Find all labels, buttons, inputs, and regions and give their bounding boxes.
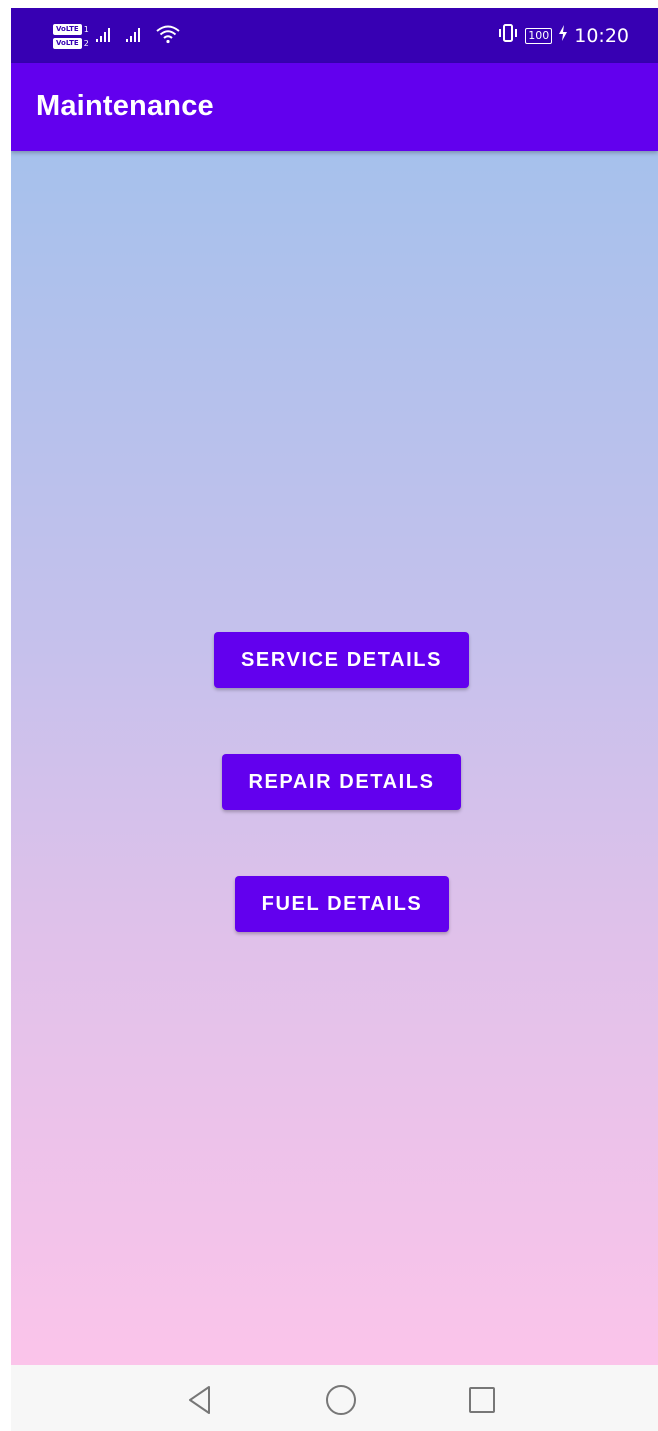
back-icon[interactable]: [183, 1383, 217, 1417]
signal-icon: [95, 25, 119, 48]
status-bar: VoLTE 1 VoLTE 2 100 10:20: [11, 8, 658, 63]
sim-number: 1: [83, 24, 89, 34]
app-bar: Maintenance: [11, 63, 658, 151]
status-bar-left: VoLTE 1 VoLTE 2: [53, 20, 181, 52]
signal-icon: [125, 25, 149, 48]
phone-screen: VoLTE 1 VoLTE 2 100 10:20 Maintenance SE…: [11, 8, 658, 1431]
service-details-button[interactable]: SERVICE DETAILS: [214, 632, 469, 688]
status-time: 10:20: [574, 25, 629, 47]
wifi-icon: [155, 23, 181, 50]
volte-badge: VoLTE: [53, 37, 82, 49]
battery-icon: 100: [525, 28, 553, 44]
charging-icon: [558, 24, 568, 48]
sim-number: 2: [83, 38, 89, 48]
volte-indicators: VoLTE 1 VoLTE 2: [53, 23, 89, 49]
recents-icon[interactable]: [465, 1383, 499, 1417]
repair-details-button[interactable]: REPAIR DETAILS: [222, 754, 461, 810]
fuel-details-button[interactable]: FUEL DETAILS: [235, 876, 449, 932]
main-content: SERVICE DETAILS REPAIR DETAILS FUEL DETA…: [11, 151, 658, 1365]
navigation-bar: [11, 1365, 658, 1431]
volte-badge: VoLTE: [53, 23, 82, 35]
volte-row-sim2: VoLTE 2: [53, 37, 89, 49]
vibrate-icon: [497, 22, 519, 50]
page-title: Maintenance: [36, 90, 214, 122]
home-icon[interactable]: [324, 1383, 358, 1417]
volte-row-sim1: VoLTE 1: [53, 23, 89, 35]
status-bar-right: 100 10:20: [497, 22, 629, 50]
